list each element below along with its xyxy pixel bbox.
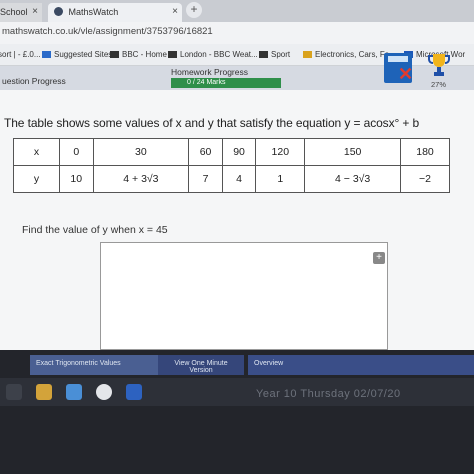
bbc-icon <box>259 51 268 58</box>
table-row: y 10 4 + 3√3 7 4 1 4 − 3√3 −2 <box>13 165 450 193</box>
bookmark-item[interactable]: London - BBC Weat... <box>168 50 258 59</box>
progress-percent: 27% <box>431 80 447 89</box>
tab-one-minute-version[interactable]: View One Minute Version <box>158 355 244 375</box>
bottom-text: Year 10 Thursday 02/07/20 <box>256 388 401 400</box>
table-cell: 4 <box>221 165 257 193</box>
answer-input[interactable] <box>100 242 388 350</box>
table-cell: 120 <box>255 138 306 166</box>
chrome-icon[interactable] <box>96 384 112 400</box>
table-cell: 10 <box>59 165 94 193</box>
plus-icon[interactable]: + <box>373 252 385 264</box>
table-cell: 180 <box>400 138 450 166</box>
close-icon[interactable]: × <box>172 6 178 17</box>
bookmark-item[interactable]: Electronics, Cars, Fa... <box>303 50 396 59</box>
calculator-not-allowed-icon: ✕ <box>384 53 413 83</box>
tab-label: MathsWatch <box>68 7 119 17</box>
table-row: x 0 30 60 90 120 150 180 <box>13 138 450 166</box>
tab-exact-trig-values[interactable]: Exact Trigonometric Values <box>30 355 158 375</box>
bbc-icon <box>110 51 119 58</box>
tab-overview[interactable]: Overview <box>248 355 474 375</box>
trophy-icon <box>428 54 450 76</box>
table-header-x: x <box>13 138 60 166</box>
tab-label: School <box>0 7 28 17</box>
new-tab-button[interactable]: + <box>186 2 202 18</box>
question-progress-label: uestion Progress <box>2 76 66 86</box>
homework-progress-label: Homework Progress <box>171 67 248 77</box>
app-icon[interactable] <box>66 384 82 400</box>
bookmark-icon <box>42 51 51 58</box>
url-text[interactable]: mathswatch.co.uk/vle/assignment/3753796/… <box>2 26 213 37</box>
values-table: x 0 30 60 90 120 150 180 y 10 4 + 3√3 7 … <box>13 138 450 193</box>
tab-school[interactable]: School × <box>0 3 42 22</box>
shopping-bag-icon <box>303 51 312 58</box>
table-cell: 90 <box>221 138 257 166</box>
app-icon[interactable] <box>126 384 142 400</box>
homework-progress-bar: 0 / 24 Marks <box>171 78 281 88</box>
homework-progress-value: 0 / 24 Marks <box>187 79 226 86</box>
table-cell: 60 <box>188 138 223 166</box>
tab-mathswatch[interactable]: MathsWatch × <box>48 3 182 22</box>
table-cell: −2 <box>400 165 450 193</box>
bookmark-item[interactable]: Suggested Sites <box>42 50 112 59</box>
find-prompt: Find the value of y when x = 45 <box>22 224 168 236</box>
bookmark-item[interactable]: sort | - £.0... <box>0 50 41 59</box>
start-icon[interactable] <box>6 384 22 400</box>
address-bar[interactable]: mathswatch.co.uk/vle/assignment/3753796/… <box>0 22 474 44</box>
table-cell: 150 <box>304 138 402 166</box>
close-icon[interactable]: × <box>32 6 38 17</box>
table-cell: 7 <box>188 165 223 193</box>
folder-icon[interactable] <box>36 384 52 400</box>
table-cell: 4 + 3√3 <box>92 165 190 193</box>
table-cell: 0 <box>59 138 94 166</box>
question-text: The table shows some values of x and y t… <box>4 116 420 130</box>
browser-tab-bar: School × MathsWatch × + <box>0 0 474 22</box>
table-cell: 4 − 3√3 <box>304 165 402 193</box>
table-cell: 1 <box>255 165 306 193</box>
table-header-y: y <box>13 165 60 193</box>
bookmark-item[interactable]: Sport <box>259 50 290 59</box>
table-cell: 30 <box>92 138 190 166</box>
bbc-icon <box>168 51 177 58</box>
bookmark-item[interactable]: BBC - Home <box>110 50 167 59</box>
mathswatch-favicon-icon <box>54 7 63 16</box>
